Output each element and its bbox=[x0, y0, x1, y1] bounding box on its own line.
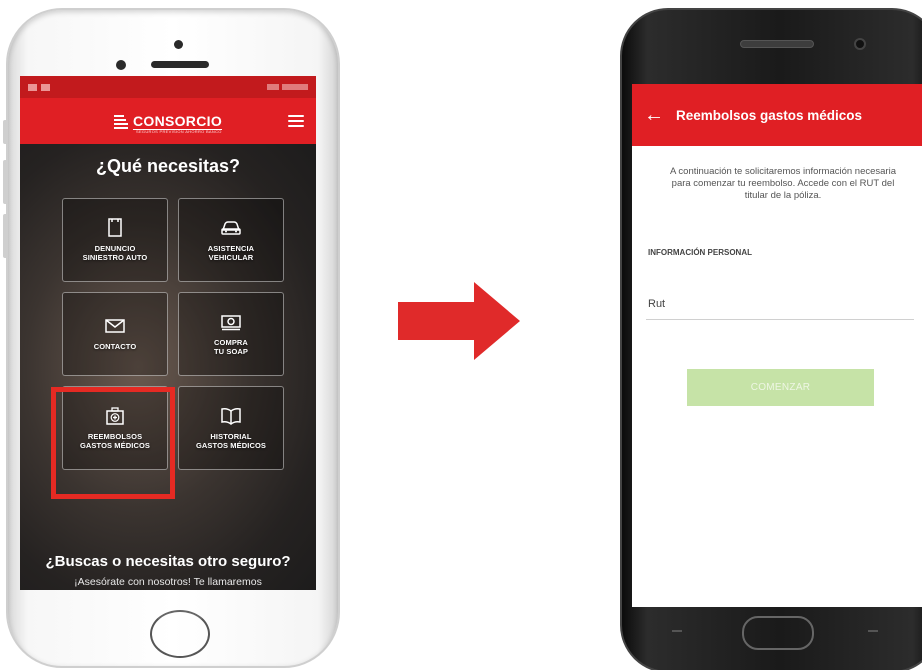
iphone-speaker bbox=[151, 61, 209, 68]
battery-icon bbox=[282, 84, 308, 90]
app-header: CONSORCIO SEGUROS PREVISION AHORRO BANCO bbox=[20, 98, 316, 144]
page-title: Reembolsos gastos médicos bbox=[676, 107, 863, 123]
highlight-box bbox=[51, 387, 175, 499]
hamburger-menu-icon[interactable] bbox=[288, 115, 304, 127]
tutorial-stage: CONSORCIO SEGUROS PREVISION AHORRO BANCO… bbox=[0, 0, 922, 670]
status-right-icons bbox=[267, 84, 308, 90]
intro-text: A continuación te solicitaremos informac… bbox=[669, 166, 896, 201]
other-insurance-subtitle: ¡Asesórate con nosotros! Te llamaremos bbox=[74, 576, 262, 588]
personal-info-section-label: INFORMACIÓN PERSONAL bbox=[648, 248, 752, 257]
start-button[interactable]: COMENZAR bbox=[687, 369, 874, 406]
consorcio-logo[interactable]: CONSORCIO bbox=[113, 112, 223, 130]
tile-historial-gastos-medicos[interactable]: HISTORIAL GASTOS MÉDICOS bbox=[178, 386, 284, 470]
iphone-camera-icon bbox=[174, 40, 183, 49]
tile-label: DENUNCIO SINIESTRO AUTO bbox=[82, 243, 148, 262]
question-title: ¿Qué necesitas? bbox=[95, 156, 241, 176]
reembolsos-header: ← Reembolsos gastos médicos bbox=[632, 84, 922, 146]
iphone-silent-switch bbox=[3, 120, 8, 144]
status-bar bbox=[20, 76, 316, 98]
android-back-button[interactable] bbox=[868, 630, 878, 632]
right-arrow-icon bbox=[398, 282, 520, 360]
android-home-button[interactable] bbox=[742, 616, 814, 650]
tile-label: CONTACTO bbox=[93, 342, 137, 352]
tile-label: ASISTENCIA VEHICULAR bbox=[207, 243, 255, 262]
tile-label: HISTORIAL GASTOS MÉDICOS bbox=[195, 431, 267, 450]
envelope-icon bbox=[105, 319, 125, 334]
back-arrow-icon[interactable]: ← bbox=[632, 105, 672, 125]
document-icon bbox=[108, 217, 122, 237]
tile-label: COMPRA TU SOAP bbox=[213, 337, 249, 356]
rut-input[interactable]: Rut bbox=[648, 298, 665, 310]
notification-icon bbox=[41, 83, 50, 91]
notification-icon bbox=[28, 83, 37, 91]
iphone-home-button[interactable] bbox=[150, 610, 210, 658]
brand-name: CONSORCIO bbox=[132, 113, 223, 129]
consorcio-logo-icon bbox=[113, 112, 128, 130]
iphone-screen: CONSORCIO SEGUROS PREVISION AHORRO BANCO… bbox=[20, 76, 316, 590]
tile-compra-tu-soap[interactable]: COMPRA TU SOAP bbox=[178, 292, 284, 376]
android-speaker bbox=[740, 40, 814, 48]
iphone-volume-up bbox=[3, 160, 8, 204]
home-content: ¿Qué necesitas? DENUNCIO SINIESTRO AUTO bbox=[20, 144, 316, 590]
status-notifications bbox=[28, 83, 50, 91]
iphone-volume-down bbox=[3, 214, 8, 258]
car-icon bbox=[221, 220, 241, 235]
android-camera-icon bbox=[854, 38, 866, 50]
money-icon bbox=[221, 314, 241, 330]
tile-denuncio-siniestro-auto[interactable]: DENUNCIO SINIESTRO AUTO bbox=[62, 198, 168, 282]
other-insurance-title: ¿Buscas o necesitas otro seguro? bbox=[45, 553, 291, 570]
brand-tagline: SEGUROS PREVISION AHORRO BANCO bbox=[136, 129, 222, 134]
signal-icon bbox=[267, 84, 279, 90]
android-screen: ← Reembolsos gastos médicos A continuaci… bbox=[632, 84, 922, 607]
iphone-sensor bbox=[116, 60, 126, 70]
tile-asistencia-vehicular[interactable]: ASISTENCIA VEHICULAR bbox=[178, 198, 284, 282]
book-icon bbox=[221, 407, 241, 425]
tile-contacto[interactable]: CONTACTO bbox=[62, 292, 168, 376]
android-recent-apps-button[interactable] bbox=[672, 630, 682, 632]
rut-input-underline bbox=[646, 319, 914, 320]
